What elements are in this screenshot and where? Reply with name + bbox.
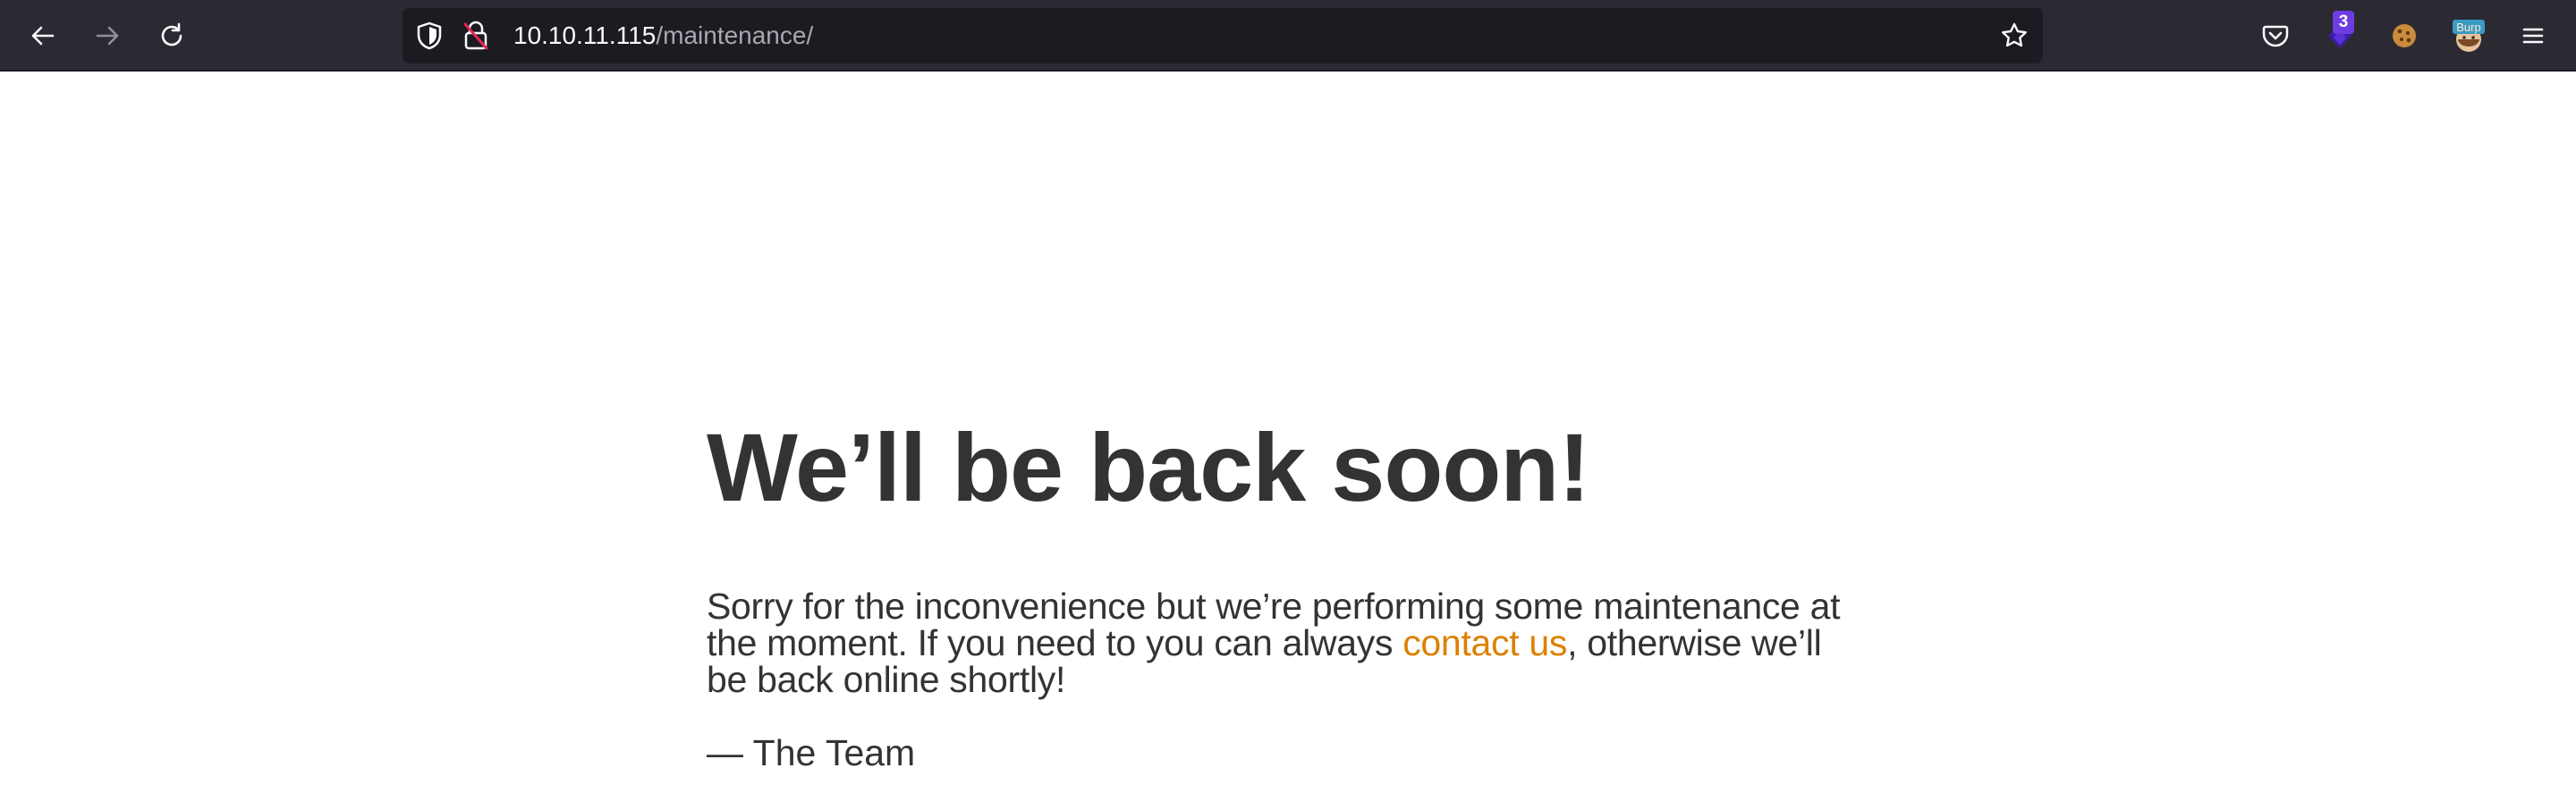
back-arrow-icon (31, 26, 55, 46)
reload-button[interactable] (150, 14, 193, 57)
pocket-button[interactable] (2254, 14, 2297, 57)
shield-icon (417, 21, 442, 50)
maintenance-content: We’ll be back soon! Sorry for the inconv… (707, 411, 1869, 772)
burp-icon-label: Burp (2456, 21, 2480, 34)
burp-extension-button[interactable]: Burp (2447, 14, 2490, 57)
contact-us-link[interactable]: contact us (1402, 622, 1567, 663)
app-menu-button[interactable] (2512, 14, 2555, 57)
address-bar[interactable]: 10.10.11.115/maintenance/ (402, 8, 2043, 63)
pocket-icon (2262, 25, 2289, 47)
extension-badge-count: 3 (2333, 11, 2354, 34)
url-text[interactable]: 10.10.11.115/maintenance/ (513, 8, 813, 63)
burp-icon: Burp (2453, 20, 2485, 52)
hamburger-menu-icon (2522, 28, 2544, 44)
bookmark-button[interactable] (1998, 20, 2030, 52)
cookie-icon (2393, 24, 2416, 47)
url-path: /maintenance/ (656, 21, 814, 49)
connection-info-button[interactable] (460, 20, 492, 52)
signature: — The Team (707, 732, 916, 773)
reload-icon (161, 22, 182, 46)
maintenance-message: Sorry for the inconvenience but we’re pe… (707, 588, 1869, 698)
page-title: We’ll be back soon! (707, 413, 1590, 521)
browser-toolbar: 10.10.11.115/maintenance/ 3 Burp (0, 0, 2576, 72)
star-icon (2002, 22, 2027, 47)
url-host: 10.10.11.115 (513, 21, 657, 49)
insecure-lock-icon (463, 21, 488, 50)
tracking-protection-button[interactable] (413, 20, 445, 52)
forward-button[interactable] (86, 14, 129, 57)
cookie-extension-button[interactable] (2383, 14, 2426, 57)
back-button[interactable] (21, 14, 64, 57)
forward-arrow-icon (96, 26, 119, 46)
